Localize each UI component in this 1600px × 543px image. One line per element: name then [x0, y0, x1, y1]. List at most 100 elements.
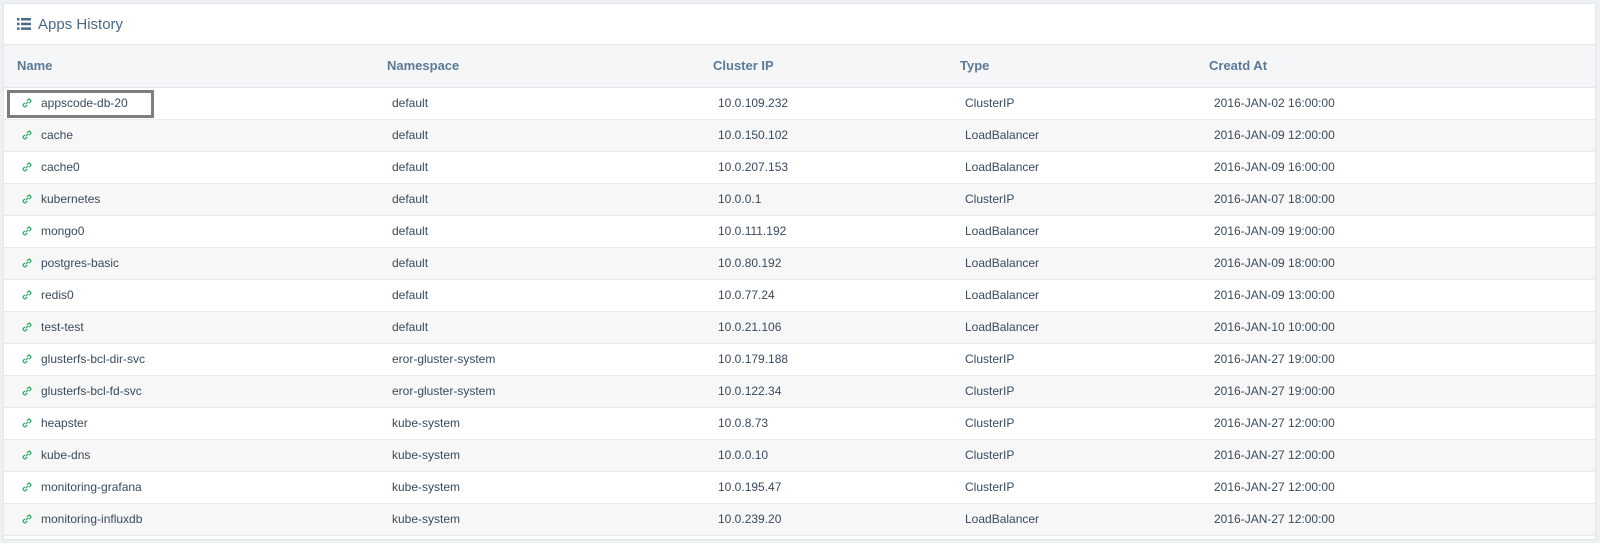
- cell-created-at: 2016-JAN-27 19:00:00: [1214, 384, 1335, 398]
- column-header-created-at[interactable]: Creatd At: [1196, 45, 1595, 87]
- app-name-link[interactable]: redis0: [41, 288, 74, 302]
- table-row[interactable]: monitoring-grafana kube-system 10.0.195.47…: [4, 471, 1595, 503]
- cell-namespace: eror-gluster-system: [392, 352, 496, 366]
- cell-cluster-ip: 10.0.122.34: [718, 384, 782, 398]
- cell-created-at: 2016-JAN-09 13:00:00: [1214, 288, 1335, 302]
- app-name-link[interactable]: monitoring-influxdb: [41, 512, 142, 526]
- cell-type: ClusterIP: [965, 416, 1015, 430]
- cell-created-at: 2016-JAN-09 19:00:00: [1214, 224, 1335, 238]
- apps-history-panel: Apps History Name Namespace Cluster IP T…: [3, 3, 1596, 540]
- cell-cluster-ip: 10.0.8.73: [718, 416, 769, 430]
- cell-namespace: default: [392, 192, 429, 206]
- link-icon: [22, 450, 32, 460]
- cell-type: LoadBalancer: [965, 224, 1040, 238]
- cell-cluster-ip: 10.0.111.192: [718, 224, 787, 238]
- cell-name[interactable]: kubernetes: [4, 183, 374, 215]
- cell-namespace: default: [392, 96, 429, 110]
- table-body: appscode-db-20 default 10.0.109.232 Cluster…: [4, 87, 1595, 535]
- cell-namespace: default: [392, 128, 429, 142]
- table-row[interactable]: glusterfs-bcl-fd-svc eror-gluster-system 1…: [4, 375, 1595, 407]
- cell-name[interactable]: cache: [4, 119, 374, 151]
- table-row[interactable]: cache default 10.0.150.102 LoadBalancer 2016…: [4, 119, 1595, 151]
- app-name-link[interactable]: cache0: [41, 160, 80, 174]
- app-name-link[interactable]: test-test: [41, 320, 84, 334]
- cell-name[interactable]: appscode-db-20: [4, 87, 374, 119]
- app-name-link[interactable]: monitoring-grafana: [41, 480, 142, 494]
- cell-type: LoadBalancer: [965, 512, 1040, 526]
- cell-type: ClusterIP: [965, 384, 1015, 398]
- link-icon: [22, 226, 32, 236]
- cell-created-at: 2016-JAN-27 19:00:00: [1214, 352, 1335, 366]
- cell-name[interactable]: kube-dns: [4, 439, 374, 471]
- cell-name[interactable]: monitoring-grafana: [4, 471, 374, 503]
- table-row[interactable]: cache0 default 10.0.207.153 LoadBalancer 201…: [4, 151, 1595, 183]
- cell-name[interactable]: test-test: [4, 311, 374, 343]
- cell-created-at: 2016-JAN-10 10:00:00: [1214, 320, 1335, 334]
- cell-cluster-ip: 10.0.150.102: [718, 128, 789, 142]
- app-name-link[interactable]: glusterfs-bcl-fd-svc: [41, 384, 142, 398]
- cell-name[interactable]: mongo0: [4, 215, 374, 247]
- cell-name[interactable]: glusterfs-bcl-dir-svc: [4, 343, 374, 375]
- cell-type: ClusterIP: [965, 448, 1015, 462]
- link-icon: [22, 482, 32, 492]
- cell-cluster-ip: 10.0.77.24: [718, 288, 775, 302]
- link-icon: [22, 194, 32, 204]
- table-row[interactable]: mongo0 default 10.0.111.192 LoadBalancer 201…: [4, 215, 1595, 247]
- list-icon: [17, 18, 31, 30]
- table-row[interactable]: redis0 default 10.0.77.24 LoadBalancer 2016-…: [4, 279, 1595, 311]
- link-icon: [22, 418, 32, 428]
- cell-namespace: kube-system: [392, 512, 461, 526]
- cell-type: LoadBalancer: [965, 320, 1040, 334]
- apps-history-table: Name Namespace Cluster IP Type Creatd At…: [4, 45, 1595, 536]
- cell-name[interactable]: glusterfs-bcl-fd-svc: [4, 375, 374, 407]
- table-row[interactable]: postgres-basic default 10.0.80.192 LoadBala…: [4, 247, 1595, 279]
- table-row[interactable]: monitoring-influxdb kube-system 10.0.239.2…: [4, 503, 1595, 535]
- table-row[interactable]: test-test default 10.0.21.106 LoadBalancer 2…: [4, 311, 1595, 343]
- cell-namespace: default: [392, 224, 429, 238]
- table-row[interactable]: glusterfs-bcl-dir-svc eror-gluster-system…: [4, 343, 1595, 375]
- cell-namespace: default: [392, 160, 429, 174]
- cell-name[interactable]: postgres-basic: [4, 247, 374, 279]
- app-name-link[interactable]: glusterfs-bcl-dir-svc: [41, 352, 145, 366]
- cell-name[interactable]: cache0: [4, 151, 374, 183]
- cell-name[interactable]: heapster: [4, 407, 374, 439]
- table-row[interactable]: kube-dns kube-system 10.0.0.10 ClusterIP 201…: [4, 439, 1595, 471]
- app-name-link[interactable]: kubernetes: [41, 192, 100, 206]
- panel-title: Apps History: [38, 15, 124, 33]
- cell-cluster-ip: 10.0.239.20: [718, 512, 782, 526]
- cell-cluster-ip: 10.0.0.10: [718, 448, 769, 462]
- cell-created-at: 2016-JAN-09 16:00:00: [1214, 160, 1335, 174]
- link-icon: [22, 258, 32, 268]
- column-header-namespace[interactable]: Namespace: [374, 45, 700, 87]
- link-icon: [22, 354, 32, 364]
- column-header-cluster-ip[interactable]: Cluster IP: [700, 45, 947, 87]
- cell-type: LoadBalancer: [965, 256, 1040, 270]
- column-header-type[interactable]: Type: [947, 45, 1196, 87]
- cell-name[interactable]: redis0: [4, 279, 374, 311]
- app-name-link[interactable]: kube-dns: [41, 448, 90, 462]
- table-row[interactable]: heapster kube-system 10.0.8.73 ClusterIP 201…: [4, 407, 1595, 439]
- link-icon: [22, 130, 32, 140]
- cell-namespace: eror-gluster-system: [392, 384, 496, 398]
- cell-type: ClusterIP: [965, 480, 1015, 494]
- link-icon: [22, 386, 32, 396]
- cell-namespace: default: [392, 288, 429, 302]
- cell-created-at: 2016-JAN-09 12:00:00: [1214, 128, 1335, 142]
- cell-cluster-ip: 10.0.179.188: [718, 352, 789, 366]
- table-row[interactable]: kubernetes default 10.0.0.1 ClusterIP 2016-J…: [4, 183, 1595, 215]
- table-row[interactable]: appscode-db-20 default 10.0.109.232 Cluster…: [4, 87, 1595, 119]
- cell-created-at: 2016-JAN-09 18:00:00: [1214, 256, 1335, 270]
- app-name-link[interactable]: mongo0: [41, 224, 84, 238]
- panel-header: Apps History: [4, 4, 1595, 45]
- cell-namespace: kube-system: [392, 416, 461, 430]
- app-name-link[interactable]: appscode-db-20: [41, 96, 128, 110]
- cell-type: ClusterIP: [965, 192, 1015, 206]
- cell-name[interactable]: monitoring-influxdb: [4, 503, 374, 535]
- app-name-link[interactable]: postgres-basic: [41, 256, 119, 270]
- cell-cluster-ip: 10.0.0.1: [718, 192, 762, 206]
- app-name-link[interactable]: heapster: [41, 416, 88, 430]
- cell-created-at: 2016-JAN-27 12:00:00: [1214, 512, 1335, 526]
- app-name-link[interactable]: cache: [41, 128, 73, 142]
- column-header-name[interactable]: Name: [4, 45, 374, 87]
- cell-created-at: 2016-JAN-27 12:00:00: [1214, 448, 1335, 462]
